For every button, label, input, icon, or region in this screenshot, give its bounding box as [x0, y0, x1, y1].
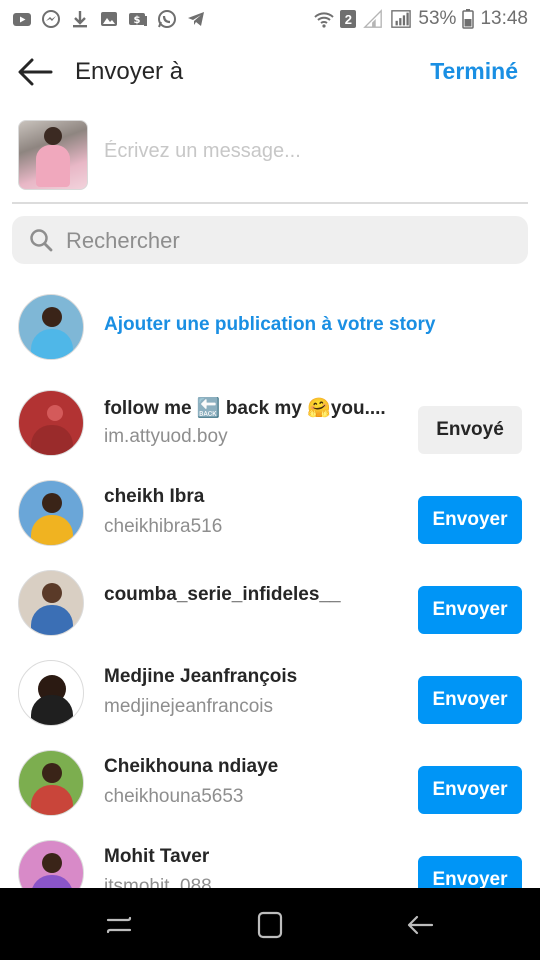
battery-icon: [462, 9, 475, 29]
notification-icons: $: [12, 9, 206, 29]
list-item: follow me 🔙 back my 🤗you.... im.attyuod.…: [0, 378, 540, 468]
recipient-list: Ajouter une publication à votre story fo…: [0, 282, 540, 888]
contact-name: Cheikhouna ndiaye: [104, 756, 279, 777]
system-icons: 2 53% 13:48: [314, 8, 528, 30]
search-bar[interactable]: [12, 216, 528, 264]
add-to-story-label: Ajouter une publication à votre story: [104, 314, 436, 335]
avatar: [18, 294, 84, 360]
whatsapp-icon: [157, 9, 177, 29]
thumbnail-figure-body: [36, 145, 70, 187]
gallery-icon: [99, 9, 119, 29]
contact-name: Medjine Jeanfrançois: [104, 666, 298, 687]
recent-apps-button[interactable]: [102, 910, 136, 940]
clock: 13:48: [480, 8, 528, 29]
list-item: cheikh Ibra cheikhibra516 Envoyer: [0, 468, 540, 558]
contact-username: itsmohit_088: [104, 876, 212, 888]
search-icon: [30, 229, 53, 252]
home-icon: [257, 911, 283, 939]
wifi-icon: [314, 9, 335, 29]
contact-username: im.attyuod.boy: [104, 426, 228, 447]
divider: [12, 202, 528, 204]
download-icon: [70, 9, 90, 29]
done-button[interactable]: Terminé: [430, 58, 518, 85]
battery-percent: 53%: [418, 8, 457, 29]
signal-icon-2: [390, 9, 412, 29]
contact-name: coumba_serie_infideles__: [104, 584, 341, 605]
add-to-story-row[interactable]: Ajouter une publication à votre story: [0, 282, 540, 372]
svg-text:$: $: [134, 15, 141, 26]
arrow-left-icon: [18, 58, 53, 86]
search-input[interactable]: [66, 228, 506, 254]
thumbnail-figure-head: [44, 127, 62, 145]
contact-username: medjinejeanfrancois: [104, 696, 273, 717]
message-input[interactable]: [104, 140, 504, 163]
youtube-icon: [12, 9, 32, 29]
back-nav-button[interactable]: [404, 910, 438, 940]
send-button[interactable]: Envoyer: [418, 676, 522, 724]
send-button[interactable]: Envoyer: [418, 586, 522, 634]
list-item: coumba_serie_infideles__ Envoyer: [0, 558, 540, 648]
contact-username: cheikhibra516: [104, 516, 223, 537]
sim-badge: 2: [340, 10, 357, 28]
compose-area: [0, 118, 540, 194]
avatar: [18, 570, 84, 636]
status-bar: $ 2 53% 13:48: [0, 0, 540, 38]
contact-username: cheikhouna5653: [104, 786, 244, 807]
contact-name: Mohit Taver: [104, 846, 210, 867]
list-item: Medjine Jeanfrançois medjinejeanfrancois…: [0, 648, 540, 738]
recent-apps-icon: [106, 916, 132, 934]
header: Envoyer à Terminé: [0, 44, 540, 100]
post-thumbnail: [18, 120, 88, 190]
contact-name: follow me 🔙 back my 🤗you....: [104, 398, 386, 419]
back-nav-icon: [407, 915, 434, 935]
money-icon: $: [128, 9, 148, 29]
avatar: [18, 660, 84, 726]
contact-name: cheikh Ibra: [104, 486, 205, 507]
list-item: Mohit Taver itsmohit_088 Envoyer: [0, 828, 540, 888]
home-button[interactable]: [253, 910, 287, 940]
avatar: [18, 750, 84, 816]
list-item: Cheikhouna ndiaye cheikhouna5653 Envoyer: [0, 738, 540, 828]
signal-icon-1: [362, 9, 384, 29]
send-button[interactable]: Envoyer: [418, 496, 522, 544]
back-button[interactable]: [16, 56, 54, 88]
page-title: Envoyer à: [75, 58, 184, 85]
system-nav-bar: [0, 888, 540, 960]
avatar: [18, 480, 84, 546]
telegram-icon: [186, 9, 206, 29]
avatar: [18, 390, 84, 456]
avatar: [18, 840, 84, 888]
messenger-icon: [41, 9, 61, 29]
send-button[interactable]: Envoyer: [418, 766, 522, 814]
sent-button[interactable]: Envoyé: [418, 406, 522, 454]
send-button[interactable]: Envoyer: [418, 856, 522, 888]
